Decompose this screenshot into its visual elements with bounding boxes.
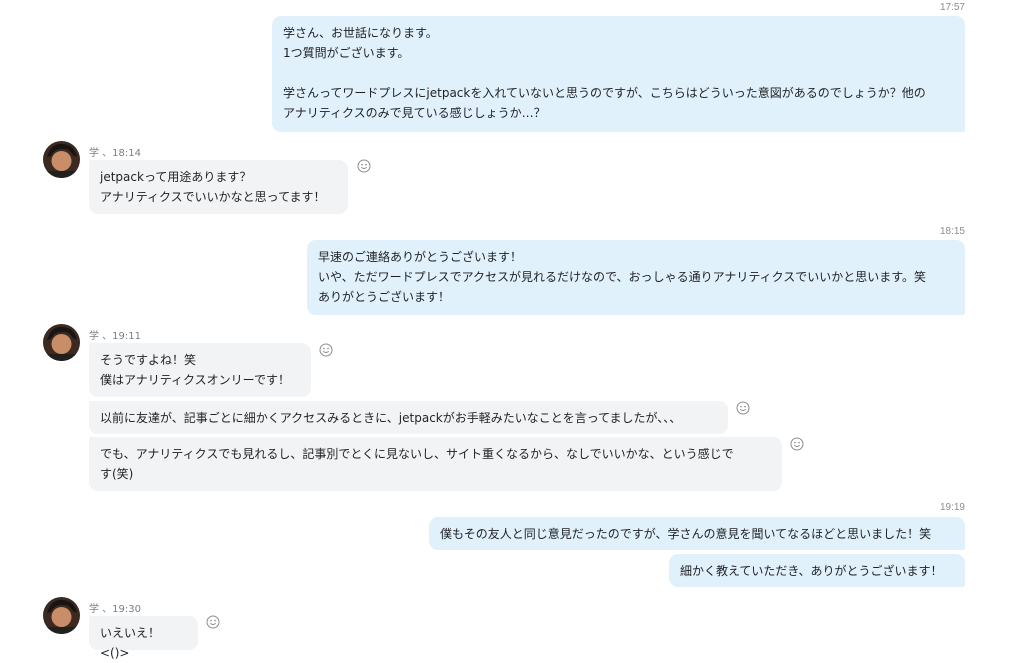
avatar-image	[43, 141, 80, 178]
smiley-icon[interactable]	[319, 343, 333, 357]
avatar[interactable]	[43, 597, 80, 634]
smiley-icon[interactable]	[736, 401, 750, 415]
avatar[interactable]	[43, 324, 80, 361]
avatar-image	[43, 324, 80, 361]
message-timestamp: 19:19	[939, 502, 965, 513]
smiley-icon[interactable]	[790, 437, 804, 451]
outgoing-message-bubble[interactable]: 細かく教えていただき、ありがとうございます！	[669, 554, 965, 587]
outgoing-message-bubble[interactable]: 僕もその友人と同じ意見だったのですが、学さんの意見を聞いてなるほどと思いました！…	[429, 517, 965, 550]
message-timestamp: 17:57	[939, 2, 965, 13]
avatar[interactable]	[43, 141, 80, 178]
incoming-message-bubble[interactable]: jetpackって用途あります？ アナリティクスでいいかなと思ってます！	[89, 160, 348, 214]
message-timestamp: 18:15	[939, 226, 965, 237]
smiley-icon[interactable]	[357, 159, 371, 173]
outgoing-message-bubble[interactable]: 学さん、お世話になります。 1つ質問がございます。 学さんってワードプレスにje…	[272, 16, 965, 132]
incoming-message-bubble[interactable]: そうですよね！笑 僕はアナリティクスオンリーです！	[89, 343, 311, 397]
smiley-icon[interactable]	[206, 615, 220, 629]
chat-history: 17:57 学さん、お世話になります。 1つ質問がございます。 学さんってワード…	[0, 0, 1024, 661]
outgoing-message-bubble[interactable]: 早速のご連絡ありがとうございます！ いや、ただワードプレスでアクセスが見れるだけ…	[307, 240, 965, 315]
message-sender: 学 、19:11	[89, 331, 141, 342]
avatar-image	[43, 597, 80, 634]
incoming-message-bubble[interactable]: 以前に友達が、記事ごとに細かくアクセスみるときに、jetpackがお手軽みたいな…	[89, 401, 728, 434]
message-sender: 学 、19:30	[89, 604, 141, 615]
incoming-message-bubble[interactable]: いえいえ！<()>	[89, 616, 198, 660]
message-sender: 学 、18:14	[89, 148, 141, 159]
incoming-message-bubble[interactable]: でも、アナリティクスでも見れるし、記事別でとくに見ないし、サイト重くなるから、な…	[89, 437, 782, 491]
